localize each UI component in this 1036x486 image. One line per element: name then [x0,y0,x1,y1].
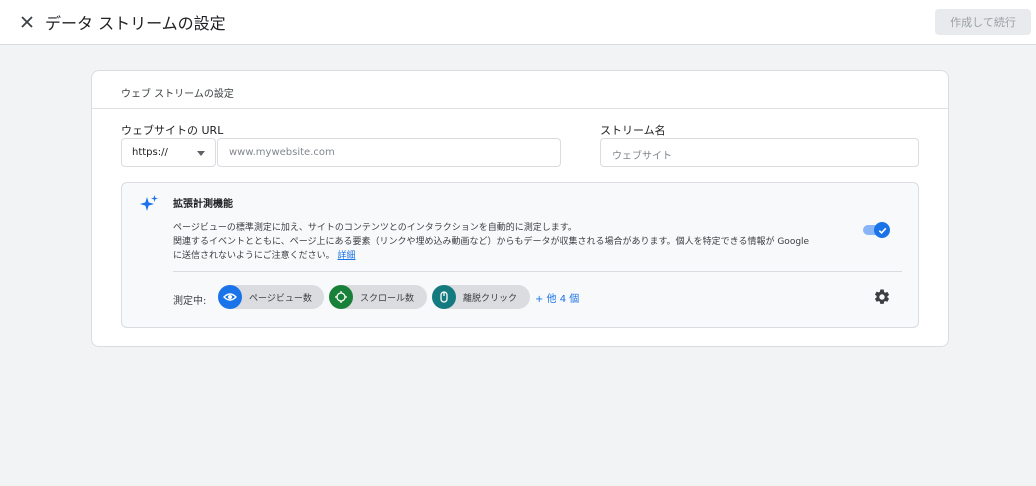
protocol-select-value: https:// [132,147,168,158]
website-url-input[interactable]: www.mywebsite.com [217,138,561,167]
description-line-1: ページビューの標準測定に加え、サイトのコンテンツとのインタラクションを自動的に測… [173,223,577,233]
sparkle-icon [140,195,158,211]
chevron-down-icon [197,151,205,156]
mouse-icon [432,285,456,309]
chip-label: ページビュー数 [249,294,312,304]
page-title: データ ストリームの設定 [45,14,226,33]
toggle-knob [874,222,890,238]
outbound-clicks-chip[interactable]: 離脱クリック [432,285,530,309]
stream-name-placeholder: ウェブサイト [612,151,672,162]
divider [173,271,902,272]
description-line-2: 関連するイベントとともに、ページ上にある要素（リンクや埋め込み動画など）からもデ… [173,237,810,261]
page-views-chip[interactable]: ページビュー数 [218,285,324,309]
enhanced-measurement-title: 拡張計測機能 [173,199,233,210]
create-and-continue-button[interactable]: 作成して続行 [935,9,1031,35]
enhanced-measurement-toggle[interactable] [862,221,892,239]
scrolls-chip[interactable]: スクロール数 [329,285,427,309]
close-icon[interactable] [17,12,37,32]
chip-label: スクロール数 [360,294,415,304]
stream-name-input[interactable]: ウェブサイト [600,138,919,167]
eye-icon [218,285,242,309]
card-heading: ウェブ ストリームの設定 [92,71,948,109]
website-url-placeholder: www.mywebsite.com [229,147,335,158]
crosshair-icon [329,285,353,309]
measuring-label: 測定中: [173,296,207,307]
top-bar: データ ストリームの設定 作成して続行 [0,0,1036,45]
check-icon [878,227,886,234]
protocol-select[interactable]: https:// [121,138,216,167]
enhanced-measurement-panel: 拡張計測機能 ページビューの標準測定に加え、サイトのコンテンツとのインタラクショ… [121,182,919,328]
web-stream-settings-card: ウェブ ストリームの設定 ウェブサイトの URL https:// www.my… [91,70,949,347]
chip-label: 離脱クリック [463,294,518,304]
enhanced-measurement-description: ページビューの標準測定に加え、サイトのコンテンツとのインタラクションを自動的に測… [173,221,813,263]
details-link[interactable]: 詳細 [338,251,356,261]
website-url-label: ウェブサイトの URL [121,124,224,137]
stream-name-label: ストリーム名 [600,124,666,137]
show-more-link[interactable]: + 他 4 個 [535,290,579,305]
gear-icon[interactable] [873,288,891,306]
